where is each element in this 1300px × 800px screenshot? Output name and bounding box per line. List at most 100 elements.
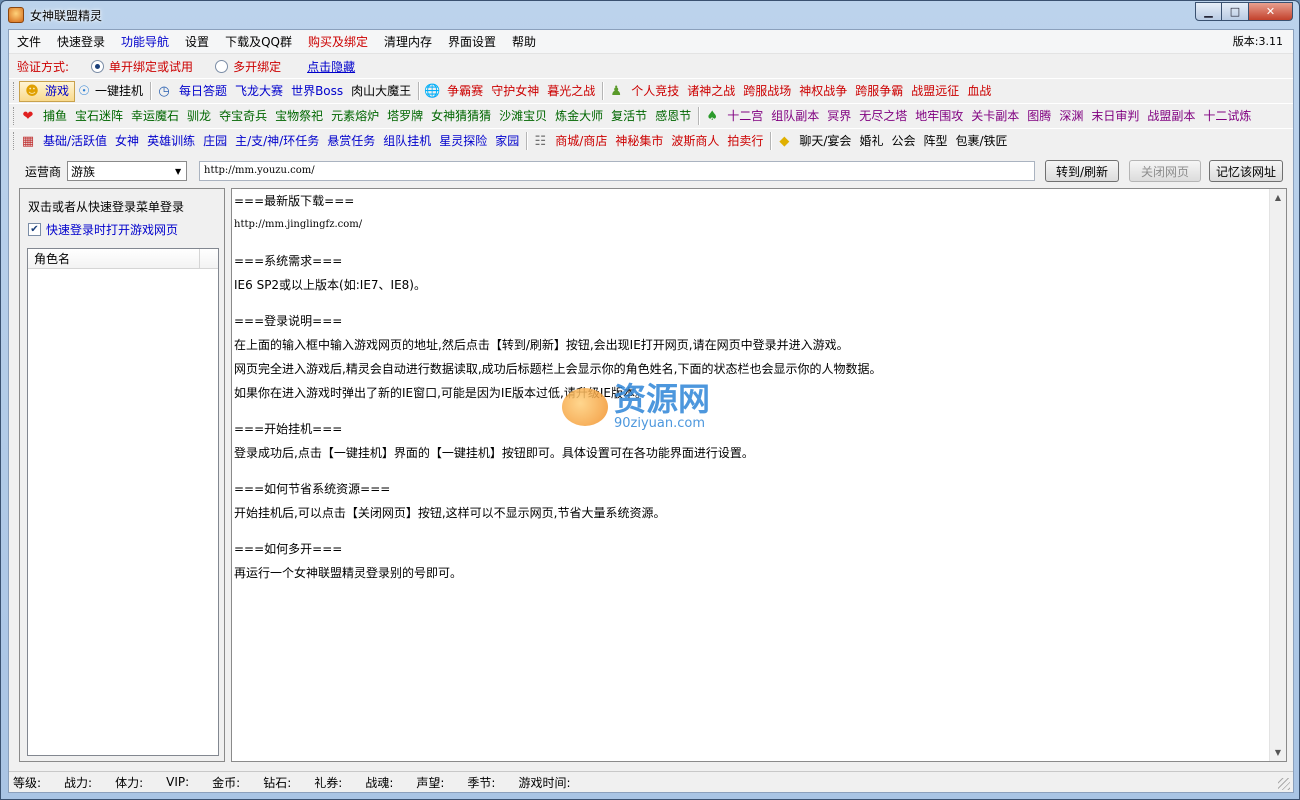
toolbar-item[interactable]: 神秘集市 <box>611 130 667 152</box>
toolbar-item[interactable]: 冥界 <box>823 105 855 127</box>
menu-buy-bind[interactable]: 购买及绑定 <box>300 30 376 54</box>
toolbar-item[interactable]: 夺宝奇兵 <box>215 105 271 127</box>
toolbar-item[interactable]: 元素熔炉 <box>327 105 383 127</box>
toolbar-item[interactable]: 组队副本 <box>767 105 823 127</box>
column-role-name[interactable]: 角色名 <box>28 249 200 268</box>
toolbar-item[interactable]: 个人竞技 <box>627 80 683 102</box>
vertical-scrollbar[interactable]: ▲ ▼ <box>1269 189 1286 761</box>
minimize-button[interactable]: ▁ <box>1195 2 1222 21</box>
toolbar-item[interactable]: 战盟远征 <box>907 80 963 102</box>
toolbar-item[interactable]: 塔罗牌 <box>383 105 427 127</box>
operator-select[interactable]: 游族 ▼ <box>67 161 188 181</box>
toolbar-item[interactable]: 复活节 <box>607 105 651 127</box>
login-hint: 双击或者从快速登录菜单登录 <box>28 200 185 214</box>
toolbar-item[interactable]: 波斯商人 <box>667 130 723 152</box>
toolbar-grip <box>13 82 16 100</box>
menu-ui-settings[interactable]: 界面设置 <box>440 30 504 54</box>
toolbar-item[interactable]: 捕鱼 <box>39 105 71 127</box>
toolbar-item[interactable]: 婚礼 <box>855 130 887 152</box>
game-button[interactable]: ☻ 游戏 <box>19 80 76 102</box>
toolbar-item[interactable]: 家园 <box>491 130 523 152</box>
toolbar-item[interactable]: 包裹/铁匠 <box>951 130 1011 152</box>
toolbar-item[interactable]: 主/支/神/环任务 <box>231 130 323 152</box>
toolbar-item[interactable]: 守护女神 <box>487 80 543 102</box>
toolbar-item[interactable]: 沙滩宝贝 <box>495 105 551 127</box>
toolbar-item[interactable]: 拍卖行 <box>723 130 767 152</box>
close-button[interactable]: ✕ <box>1249 2 1293 21</box>
toolbar-item[interactable]: 神权战争 <box>795 80 851 102</box>
toolbar-item[interactable]: 无尽之塔 <box>855 105 911 127</box>
toolbar-item[interactable]: 女神猜猜猜 <box>427 105 495 127</box>
toolbar-item[interactable]: 十二宫 <box>723 105 767 127</box>
maximize-button[interactable]: □ <box>1222 2 1249 21</box>
toolbar-item[interactable]: 每日答题 <box>175 80 231 102</box>
menu-function-nav[interactable]: 功能导航 <box>113 30 177 54</box>
toolbar-item[interactable]: 世界Boss <box>287 80 347 102</box>
operator-select-value: 游族 <box>71 164 96 179</box>
info-line: 在上面的输入框中输入游戏网页的地址,然后点击【转到/刷新】按钮,会出现IE打开网… <box>234 338 849 352</box>
menu-download-qq[interactable]: 下载及QQ群 <box>217 30 300 54</box>
close-page-button[interactable]: 关闭网页 <box>1129 160 1202 182</box>
menu-settings[interactable]: 设置 <box>177 30 217 54</box>
toolbar-item[interactable]: 星灵探险 <box>435 130 491 152</box>
toolbar-item[interactable]: 阵型 <box>919 130 951 152</box>
toolbar-item[interactable]: 庄园 <box>199 130 231 152</box>
goto-refresh-button[interactable]: 转到/刷新 <box>1045 160 1120 182</box>
toolbar-item[interactable]: 跨服争霸 <box>851 80 907 102</box>
radio-single-bind[interactable]: 单开绑定或试用 <box>91 58 193 75</box>
toolbar-item[interactable]: 幸运魔石 <box>127 105 183 127</box>
toolbar-item[interactable]: 宝石迷阵 <box>71 105 127 127</box>
toolbar-item[interactable]: 肉山大魔王 <box>347 80 415 102</box>
toolbar-item[interactable]: 暮光之战 <box>543 80 599 102</box>
info-line: ===最新版下载=== <box>234 194 355 208</box>
url-input[interactable]: http://mm.youzu.com/ <box>199 161 1036 181</box>
toolbar-item[interactable]: 血战 <box>963 80 995 102</box>
status-item: 季节: <box>467 775 496 790</box>
role-list[interactable]: 角色名 <box>27 248 219 756</box>
toolbar-item[interactable]: 图腾 <box>1023 105 1055 127</box>
toolbar-item[interactable]: 驯龙 <box>183 105 215 127</box>
status-item: 声望: <box>416 775 445 790</box>
toolbar-item[interactable]: 感恩节 <box>651 105 695 127</box>
toolbar-item[interactable]: 十二试炼 <box>1199 105 1255 127</box>
menu-help[interactable]: 帮助 <box>504 30 544 54</box>
hide-link[interactable]: 点击隐藏 <box>307 58 355 75</box>
toolbar-item[interactable]: 深渊 <box>1055 105 1087 127</box>
scroll-down-icon[interactable]: ▼ <box>1270 744 1286 761</box>
toolbar-item[interactable]: 跨服战场 <box>739 80 795 102</box>
toolbar-item[interactable]: 基础/活跃值 <box>39 130 111 152</box>
toolbar-item[interactable]: 争霸赛 <box>443 80 487 102</box>
toolbar-item[interactable]: 战盟副本 <box>1143 105 1199 127</box>
toolbar-item[interactable]: 宝物祭祀 <box>271 105 327 127</box>
calendar-icon: ▦ <box>21 133 35 149</box>
toolbar-separator <box>770 132 773 150</box>
toolbar-item[interactable]: 关卡副本 <box>967 105 1023 127</box>
menu-clear-memory[interactable]: 清理内存 <box>376 30 440 54</box>
url-bar: 运营商 游族 ▼ http://mm.youzu.com/ 转到/刷新 关闭网页… <box>9 156 1293 186</box>
column-spacer <box>200 249 218 268</box>
open-page-checkbox[interactable]: ✔ 快速登录时打开游戏网页 <box>28 221 178 238</box>
toolbar-item[interactable]: 末日审判 <box>1087 105 1143 127</box>
toolbar-item[interactable]: 诸神之战 <box>683 80 739 102</box>
info-line: http://mm.jinglingfz.com/ <box>234 219 363 230</box>
toolbar-item[interactable]: 悬赏任务 <box>323 130 379 152</box>
menu-file[interactable]: 文件 <box>9 30 49 54</box>
onekey-button[interactable]: 一键挂机 <box>95 80 147 102</box>
toolbar-item[interactable]: 公会 <box>887 130 919 152</box>
toolbar-item[interactable]: 商城/商店 <box>551 130 611 152</box>
toolbar-item[interactable]: 英雄训练 <box>143 130 199 152</box>
info-line: ===开始挂机=== <box>234 422 343 436</box>
radio-multi-bind[interactable]: 多开绑定 <box>215 58 281 75</box>
toolbar-item[interactable]: 飞龙大赛 <box>231 80 287 102</box>
toolbar-item[interactable]: 炼金大师 <box>551 105 607 127</box>
toolbar-item[interactable]: 地牢围攻 <box>911 105 967 127</box>
remember-url-button[interactable]: 记忆该网址 <box>1209 160 1284 182</box>
scroll-up-icon[interactable]: ▲ <box>1270 189 1286 206</box>
resize-grip-icon[interactable] <box>1278 778 1290 790</box>
toolbar-item[interactable]: 女神 <box>111 130 143 152</box>
info-content[interactable]: ===最新版下载=== http://mm.jinglingfz.com/ ===系… <box>231 188 1287 762</box>
menu-quick-login[interactable]: 快速登录 <box>49 30 113 54</box>
toolbar-item[interactable]: 组队挂机 <box>379 130 435 152</box>
toolbar-item[interactable]: 聊天/宴会 <box>795 130 855 152</box>
